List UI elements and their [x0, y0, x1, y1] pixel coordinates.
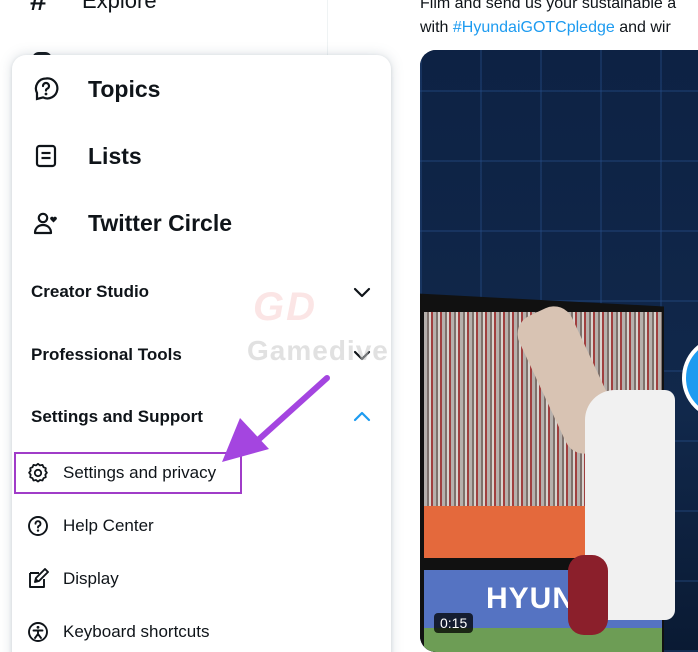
- menu-item-help-center[interactable]: Help Center: [12, 504, 391, 548]
- topics-icon: [32, 75, 60, 103]
- video-timestamp: 0:15: [434, 613, 474, 633]
- menu-item-label: Keyboard shortcuts: [63, 622, 210, 641]
- nav-item-label: Explore: [82, 0, 157, 13]
- menu-item-twitter-circle[interactable]: Twitter Circle: [12, 195, 391, 251]
- tweet-video[interactable]: HYUND 0:15: [420, 50, 698, 652]
- display-icon: [27, 568, 49, 590]
- kneeling-player: [568, 555, 608, 635]
- menu-item-label: Help Center: [63, 516, 154, 535]
- section-professional-tools[interactable]: Professional Tools: [12, 330, 391, 380]
- lists-icon: [32, 142, 60, 170]
- menu-item-topics[interactable]: Topics: [12, 61, 391, 117]
- more-menu: Topics Lists Twitter Circle Creator Stud…: [12, 55, 391, 652]
- tweet-text: Film and send us your sustainable a with…: [420, 0, 698, 40]
- nav-item-explore[interactable]: # Explore: [30, 0, 157, 17]
- chevron-up-icon: [353, 411, 371, 422]
- section-label: Settings and Support: [31, 407, 203, 426]
- hashtag-link[interactable]: #HyundaiGOTCpledge: [453, 19, 615, 36]
- menu-item-label: Display: [63, 569, 119, 588]
- hashtag-icon: #: [30, 0, 47, 17]
- column-divider: [327, 0, 328, 56]
- help-icon: [27, 515, 49, 537]
- section-label: Creator Studio: [31, 282, 150, 301]
- menu-item-label: Lists: [88, 142, 142, 169]
- menu-item-lists[interactable]: Lists: [12, 128, 391, 184]
- section-settings-and-support[interactable]: Settings and Support: [12, 392, 391, 442]
- chevron-down-icon: [353, 350, 371, 361]
- menu-item-label: Topics: [88, 75, 161, 102]
- chevron-down-icon: [353, 287, 371, 298]
- menu-item-label: Twitter Circle: [88, 209, 232, 236]
- tweet-text-line2: with #HyundaiGOTCpledge and wir: [420, 19, 671, 36]
- twitter-circle-icon: [32, 209, 60, 237]
- section-label: Professional Tools: [31, 345, 182, 364]
- section-creator-studio[interactable]: Creator Studio: [12, 267, 391, 317]
- menu-item-keyboard-shortcuts[interactable]: Keyboard shortcuts: [12, 610, 391, 652]
- menu-item-display[interactable]: Display: [12, 557, 391, 601]
- tweet-text-line1: Film and send us your sustainable a: [420, 0, 677, 12]
- keyboard-icon: [27, 621, 49, 643]
- twitter-page: # Explore Film and send us your sustaina…: [0, 0, 698, 652]
- highlight-box: [14, 452, 242, 494]
